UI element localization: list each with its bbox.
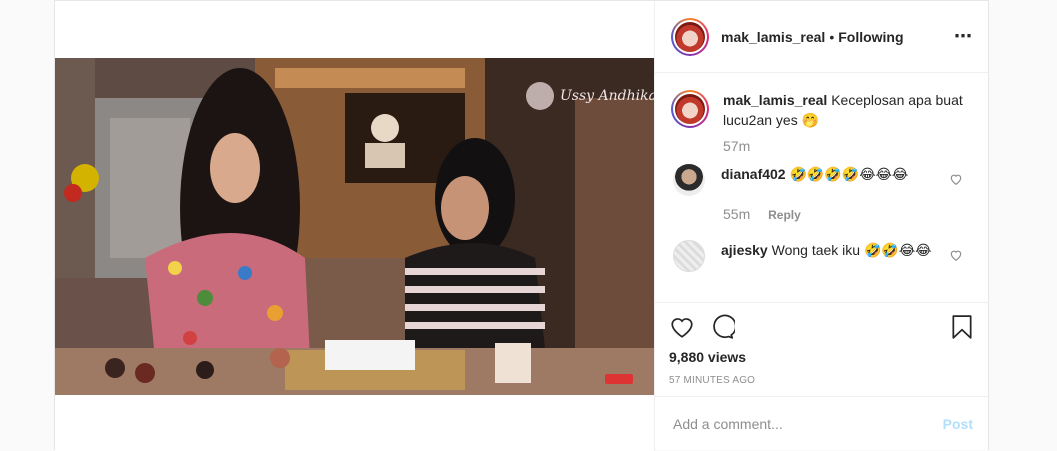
caption-text: mak_lamis_real Keceplosan apa buat lucu2…: [723, 90, 963, 130]
post-header: mak_lamis_real • Following ⋯: [655, 1, 989, 73]
like-comment-heart-icon[interactable]: [949, 248, 963, 262]
video-frame: Ussy Andhika: [55, 58, 654, 395]
like-comment-heart-icon[interactable]: [949, 172, 963, 186]
comment-body: 🤣🤣🤣🤣😂😂😂: [789, 166, 909, 182]
comment-avatar[interactable]: [673, 240, 705, 272]
caption-username[interactable]: mak_lamis_real: [723, 92, 827, 108]
comment-username[interactable]: ajiesky: [721, 242, 768, 258]
add-comment-bar: Post: [655, 396, 989, 451]
comments-section: mak_lamis_real Keceplosan apa buat lucu2…: [655, 74, 989, 302]
more-options-icon[interactable]: ⋯: [954, 26, 973, 47]
video-player[interactable]: Ussy Andhika: [55, 58, 654, 395]
post-card: Ussy Andhika mak_lamis_real • Following …: [54, 0, 989, 451]
post-sidebar: mak_lamis_real • Following ⋯ mak_lamis_r…: [654, 1, 989, 451]
post-actions: 9,880 views 57 MINUTES AGO: [655, 302, 989, 397]
caption-avatar[interactable]: [671, 90, 709, 128]
add-comment-input[interactable]: [671, 415, 943, 433]
post-media: Ussy Andhika: [55, 1, 654, 451]
youtube-logo-icon: [605, 374, 633, 384]
comment-item: ajiesky Wong taek iku 🤣🤣😂😂: [671, 240, 973, 272]
reply-button[interactable]: Reply: [768, 208, 801, 222]
avatar-image: [675, 21, 705, 52]
separator-dot: •: [829, 28, 835, 45]
comment-bubble-icon[interactable]: [709, 314, 735, 340]
comment-avatar[interactable]: [673, 164, 705, 196]
comment-text: ajiesky Wong taek iku 🤣🤣😂😂: [721, 240, 936, 272]
comment-username[interactable]: dianaf402: [721, 166, 786, 182]
post-comment-button[interactable]: Post: [943, 416, 973, 432]
caption-time[interactable]: 57m: [723, 138, 973, 154]
video-watermark: Ussy Andhika: [560, 88, 654, 104]
header-username[interactable]: mak_lamis_real: [721, 29, 825, 45]
post-timestamp[interactable]: 57 MINUTES AGO: [669, 375, 975, 386]
comment-meta: 55m Reply: [723, 206, 973, 222]
avatar[interactable]: [671, 17, 709, 56]
comment-item: dianaf402 🤣🤣🤣🤣😂😂😂: [671, 164, 973, 196]
like-heart-icon[interactable]: [669, 314, 695, 340]
caption: mak_lamis_real Keceplosan apa buat lucu2…: [671, 90, 973, 130]
save-bookmark-icon[interactable]: [949, 314, 975, 340]
view-count[interactable]: 9,880 views: [669, 349, 975, 365]
comment-body: Wong taek iku 🤣🤣😂😂: [771, 242, 932, 258]
avatar-image: [675, 94, 705, 124]
following-button[interactable]: Following: [838, 29, 903, 45]
comment-text: dianaf402 🤣🤣🤣🤣😂😂😂: [721, 164, 936, 196]
comment-time[interactable]: 55m: [723, 206, 750, 222]
